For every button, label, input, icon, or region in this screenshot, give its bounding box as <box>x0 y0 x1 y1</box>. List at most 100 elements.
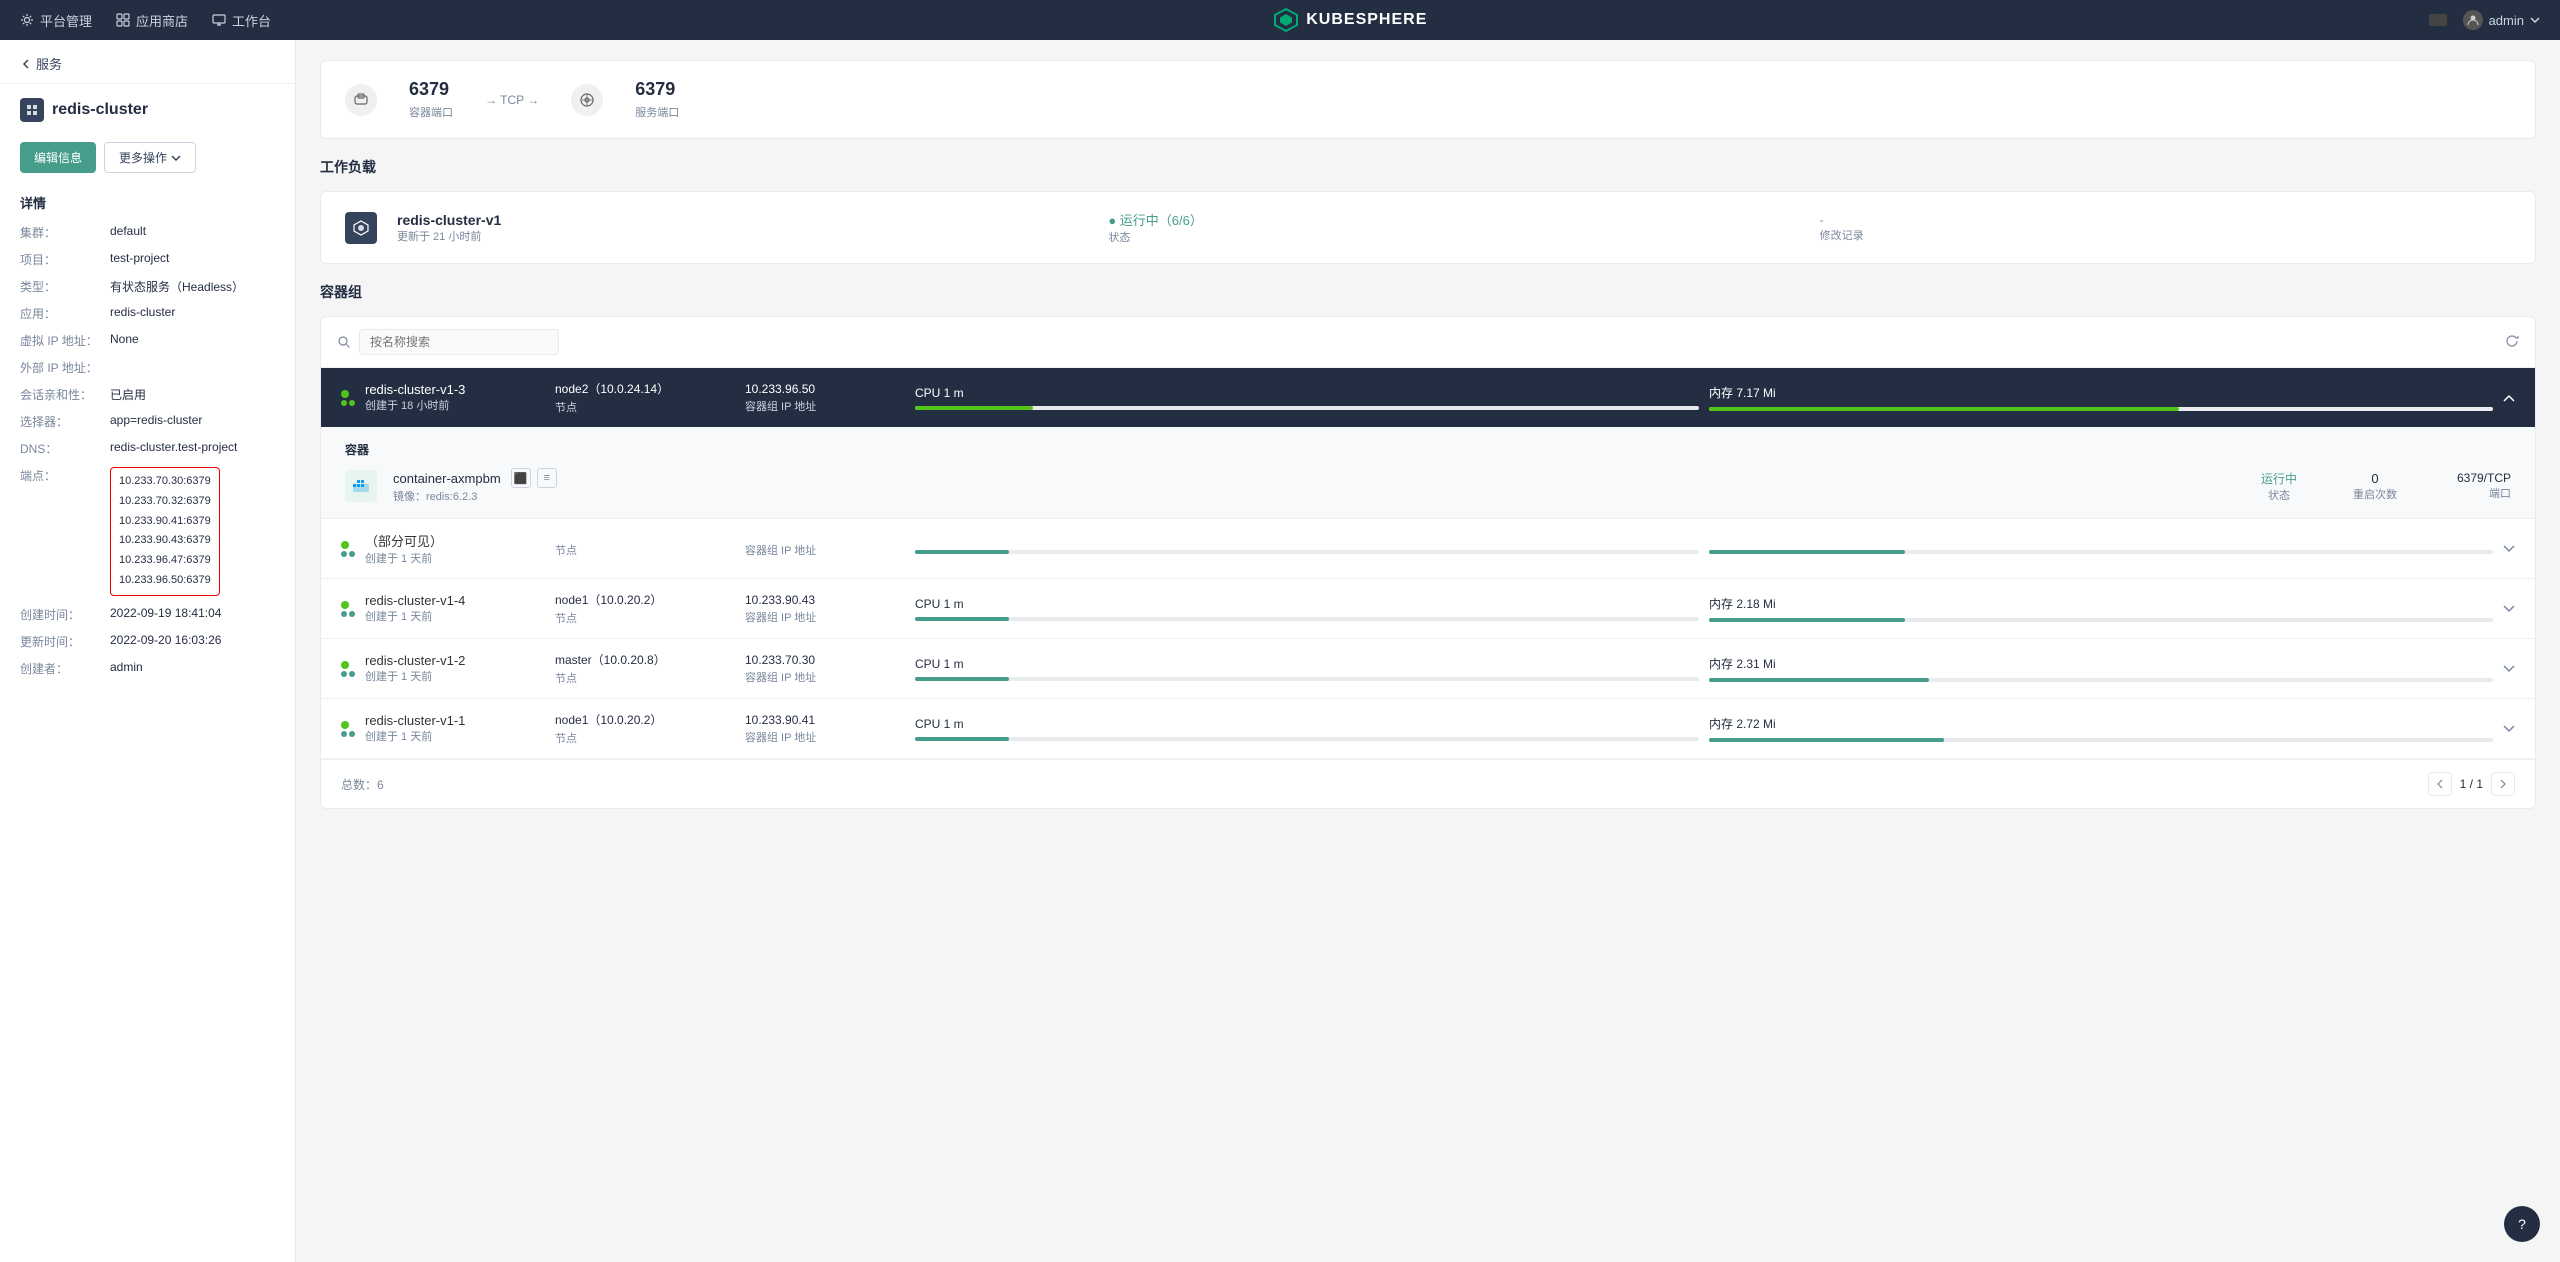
pod-row[interactable]: （部分可见） 创建于 1 天前 节点 容器组 IP 地址 <box>321 519 2535 579</box>
pod-ip-col: 10.233.90.43 容器组 IP 地址 <box>745 593 905 625</box>
service-icon-circle <box>571 84 603 116</box>
pod-node-col: node1（10.0.20.2） 节点 <box>555 591 735 626</box>
pod-ip-col: 容器组 IP 地址 <box>745 540 905 558</box>
pod-status-dots <box>341 721 355 737</box>
next-page-button[interactable] <box>2491 772 2515 796</box>
chevron-down-icon <box>2503 545 2515 553</box>
refresh-button[interactable] <box>2505 334 2519 351</box>
nav-platform[interactable]: 平台管理 <box>20 11 92 30</box>
container-icon <box>353 92 369 108</box>
pod-name-col: （部分可见） 创建于 1 天前 <box>365 531 545 566</box>
pod-status-dots <box>341 541 355 557</box>
desktop-icon <box>212 13 226 27</box>
pod-cpu-col: CPU 1 m <box>915 597 1699 621</box>
statefulset-icon <box>352 219 370 237</box>
search-bar <box>321 317 2535 368</box>
pod-mem-col <box>1709 544 2493 554</box>
detail-type: 类型： 有状态服务（Headless） <box>20 278 275 295</box>
pod-row[interactable]: redis-cluster-v1-1 创建于 1 天前 node1（10.0.2… <box>321 699 2535 759</box>
ks-logo: KUBESPHERE <box>1272 6 1427 34</box>
pod-mem-col: 内存 2.72 Mi <box>1709 715 2493 742</box>
pod-name-col: redis-cluster-v1-2 创建于 1 天前 <box>365 653 545 684</box>
chevron-down-icon <box>2503 725 2515 733</box>
refresh-icon <box>2505 334 2519 348</box>
container-detail: 容器 container-ax <box>321 427 2535 519</box>
expand-icon[interactable] <box>2503 602 2515 616</box>
container-port-item: 6379 容器端口 <box>409 79 453 120</box>
port-arrow: → TCP → <box>485 93 539 107</box>
detail-virtual-ip: 虚拟 IP 地址： None <box>20 332 275 349</box>
pagination-controls: 1 / 1 <box>2428 772 2515 796</box>
pod-node-col: node2（10.0.24.14） 节点 <box>555 380 735 415</box>
resource-title: redis-cluster <box>0 84 295 132</box>
pod-cpu-col <box>915 544 1699 554</box>
workload-card: redis-cluster-v1 更新于 21 小时前 ● 运行中（6/6） 状… <box>320 191 2536 264</box>
prev-page-button[interactable] <box>2428 772 2452 796</box>
container-group-title: 容器组 <box>320 282 2536 302</box>
network-icon <box>579 92 595 108</box>
terminal-button[interactable]: ⬛ <box>511 468 531 488</box>
avatar <box>2463 10 2483 30</box>
chevron-down-icon <box>171 155 181 161</box>
resource-icon <box>20 98 44 122</box>
chevron-down-icon <box>2503 665 2515 673</box>
workload-status: ● 运行中（6/6） 状态 <box>1108 210 1799 245</box>
admin-menu[interactable]: admin <box>2463 10 2540 30</box>
back-button[interactable]: 服务 <box>20 54 62 73</box>
pod-name-col: redis-cluster-v1-3 创建于 18 小时前 <box>365 382 545 413</box>
pod-name-col: redis-cluster-v1-1 创建于 1 天前 <box>365 713 545 744</box>
service-port-icon-group <box>571 84 603 116</box>
nav-right: admin <box>2429 10 2540 30</box>
prev-icon <box>2436 779 2444 789</box>
container-item: container-axmpbm ⬛ ≡ 镜像：redis:6.2.3 运行中 … <box>345 468 2511 504</box>
container-port: 6379/TCP 端口 <box>2431 471 2511 501</box>
expand-icon[interactable] <box>2503 662 2515 676</box>
pod-cpu-col: CPU 1 m <box>915 386 1699 410</box>
expand-icon[interactable] <box>2503 542 2515 556</box>
collapse-icon[interactable] <box>2503 391 2515 405</box>
kubesphere-logo-icon <box>1272 6 1300 34</box>
pod-ip-col: 10.233.96.50 容器组 IP 地址 <box>745 382 905 414</box>
notification-icon[interactable] <box>2429 14 2447 26</box>
detail-app: 应用： redis-cluster <box>20 305 275 322</box>
container-name-group: container-axmpbm ⬛ ≡ 镜像：redis:6.2.3 <box>393 468 557 504</box>
app-layout: 服务 redis-cluster 编辑信息 更多操作 详情 <box>0 40 2560 1262</box>
page-indicator: 1 / 1 <box>2460 777 2483 791</box>
search-input[interactable] <box>359 329 559 355</box>
pod-cpu-col: CPU 1 m <box>915 717 1699 741</box>
nav-appstore[interactable]: 应用商店 <box>116 11 188 30</box>
nav-workbench[interactable]: 工作台 <box>212 11 271 30</box>
more-actions-button[interactable]: 更多操作 <box>104 142 196 173</box>
nav-center: KUBESPHERE <box>271 6 2429 34</box>
container-status: 运行中 状态 <box>2239 470 2319 503</box>
pod-mem-col: 内存 2.18 Mi <box>1709 595 2493 622</box>
pod-node-col: 节点 <box>555 540 735 558</box>
chevron-up-icon <box>2503 394 2515 402</box>
expand-icon[interactable] <box>2503 722 2515 736</box>
pod-row[interactable]: redis-cluster-v1-4 创建于 1 天前 node1（10.0.2… <box>321 579 2535 639</box>
sidebar-header: 服务 <box>0 40 295 84</box>
detail-affinity: 会话亲和性： 已启用 <box>20 386 275 403</box>
container-group: redis-cluster-v1-3 创建于 18 小时前 node2（10.0… <box>320 316 2536 809</box>
gear-icon <box>20 13 34 27</box>
pod-row[interactable]: redis-cluster-v1-2 创建于 1 天前 master（10.0.… <box>321 639 2535 699</box>
next-icon <box>2499 779 2507 789</box>
back-arrow-icon <box>20 58 32 70</box>
pod-row[interactable]: redis-cluster-v1-3 创建于 18 小时前 node2（10.0… <box>321 368 2535 427</box>
fab-button[interactable]: ? <box>2504 1206 2540 1242</box>
details-section: 详情 集群： default 项目： test-project 类型： 有状态服… <box>0 183 295 697</box>
workload-section-title: 工作负载 <box>320 157 2536 177</box>
workload-info: redis-cluster-v1 更新于 21 小时前 <box>397 212 1088 244</box>
main-content: 6379 容器端口 → TCP → 6379 服务端口 <box>296 40 2560 1262</box>
sidebar: 服务 redis-cluster 编辑信息 更多操作 详情 <box>0 40 296 1262</box>
port-container-icon <box>345 84 377 116</box>
chevron-down-icon <box>2530 17 2540 23</box>
pod-status-dots <box>341 661 355 677</box>
edit-button[interactable]: 编辑信息 <box>20 142 96 173</box>
pod-mem-col: 内存 7.17 Mi <box>1709 384 2493 411</box>
detail-updated-time: 更新时间： 2022-09-20 16:03:26 <box>20 633 275 650</box>
workload-changes: - 修改记录 <box>1820 213 2511 243</box>
logs-button[interactable]: ≡ <box>537 468 557 488</box>
endpoints-box: 10.233.70.30:6379 10.233.70.32:6379 10.2… <box>110 467 220 596</box>
detail-endpoints: 端点： 10.233.70.30:6379 10.233.70.32:6379 … <box>20 467 275 596</box>
